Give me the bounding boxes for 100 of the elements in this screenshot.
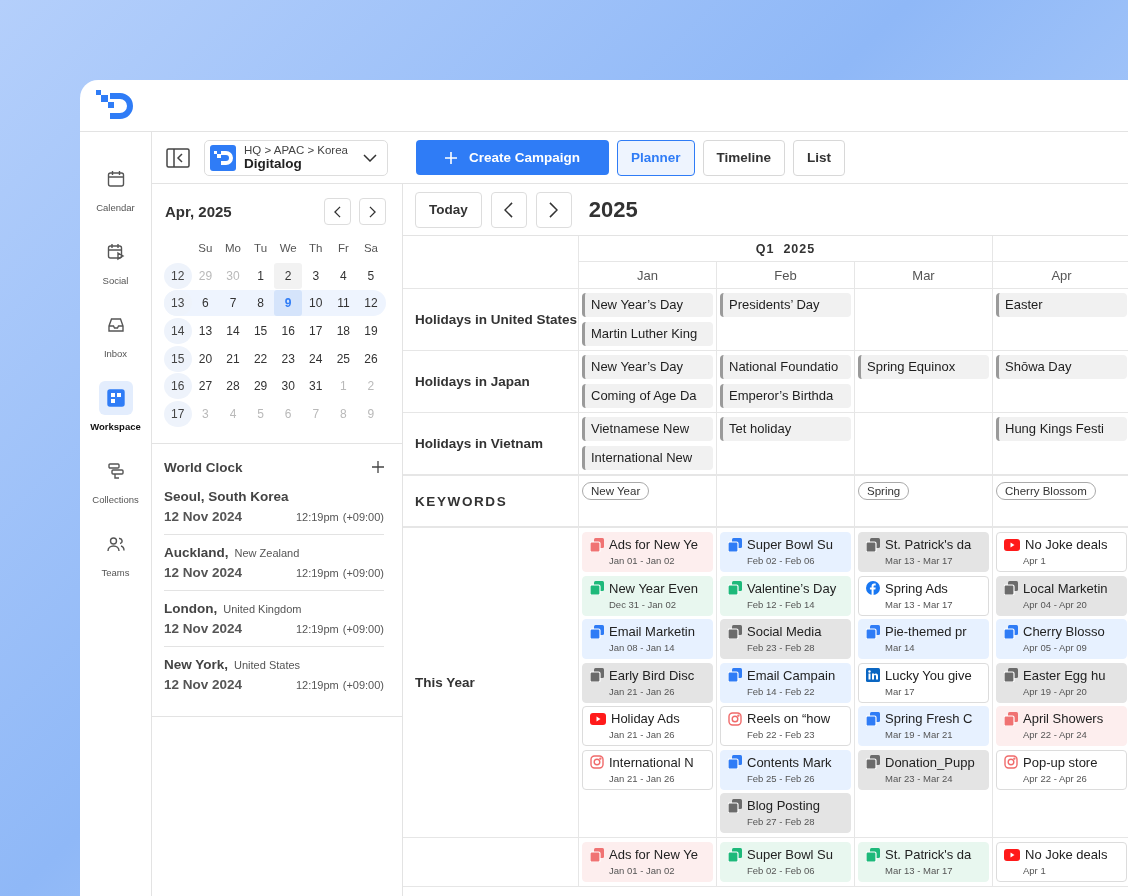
week-number[interactable]: 12 [164,262,192,289]
holiday-chip[interactable]: Martin Luther King [582,322,713,346]
view-tab[interactable]: List [793,139,846,176]
calendar-day[interactable]: 2 [274,262,302,289]
campaign-card[interactable]: Ads for New Ye Jan 01 - Jan 02 [582,532,713,572]
calendar-day[interactable]: 22 [246,345,275,372]
holiday-chip[interactable]: Spring Equinox [858,355,989,379]
calendar-day[interactable]: 23 [274,345,302,372]
calendar-day[interactable]: 26 [357,345,385,372]
campaign-card[interactable]: Spring Fresh C Mar 19 - Mar 21 [858,706,989,746]
campaign-card[interactable]: Pie-themed pr Mar 14 [858,619,989,659]
calendar-day[interactable]: 25 [329,345,358,372]
view-tab[interactable]: Timeline [702,139,786,176]
nav-item[interactable]: Workspace [82,381,149,432]
organization-selector[interactable]: HQ > APAC > Korea Digitalog [204,139,388,176]
calendar-day[interactable]: 14 [219,318,247,345]
calendar-day[interactable]: 17 [301,318,330,345]
view-tab[interactable]: Planner [617,139,695,176]
calendar-day[interactable]: 13 [191,318,220,345]
campaign-card[interactable]: No Joke deals Apr 1 [996,842,1127,882]
nav-item[interactable]: Collections [82,454,149,505]
calendar-day[interactable]: 30 [274,373,302,400]
campaign-card[interactable]: Ads for New Ye Jan 01 - Jan 02 [582,842,713,882]
calendar-day[interactable]: 28 [219,373,247,400]
holiday-chip[interactable]: Tet holiday [720,417,851,441]
holiday-chip[interactable]: International New [582,446,713,470]
week-number[interactable]: 16 [164,373,192,400]
create-campaign-button[interactable]: Create Campaign [416,140,609,175]
campaign-card[interactable]: Cherry Blosso Apr 05 - Apr 09 [996,619,1127,659]
holiday-chip[interactable]: Easter [996,293,1127,317]
calendar-day[interactable]: 5 [357,262,385,289]
campaign-card[interactable]: Lucky You give Mar 17 [858,662,989,703]
next-button[interactable] [535,191,572,228]
calendar-day[interactable]: 20 [191,345,220,372]
campaign-card[interactable]: Local Marketin Apr 04 - Apr 20 [996,575,1127,616]
calendar-day[interactable]: 21 [219,345,247,372]
calendar-day[interactable]: 10 [301,290,330,317]
calendar-day[interactable]: 11 [329,290,358,317]
campaign-card[interactable]: St. Patrick's da Mar 13 - Mar 17 [858,532,989,572]
calendar-day[interactable]: 3 [301,262,330,289]
calendar-day[interactable]: 15 [246,318,275,345]
holiday-chip[interactable]: New Year’s Day [582,355,713,379]
week-row[interactable]: 12 29 30 1 2 3 4 5 [164,262,386,289]
campaign-card[interactable]: International N Jan 21 - Jan 26 [582,749,713,790]
collapse-sidebar-icon[interactable] [166,147,190,168]
nav-item[interactable]: Social [82,235,149,286]
holiday-chip[interactable]: Coming of Age Da [582,384,713,408]
week-row[interactable]: 13 6 7 8 9 10 11 12 [164,290,386,317]
previous-month-button[interactable] [324,198,351,225]
week-row[interactable]: 14 13 14 15 16 17 18 19 [164,318,386,345]
campaign-card[interactable]: Valentine’s Day Feb 12 - Feb 14 [720,575,851,616]
campaign-card[interactable]: Donation_Pupp Mar 23 - Mar 24 [858,749,989,790]
calendar-day[interactable]: 29 [246,373,275,400]
nav-item[interactable]: Inbox [82,308,149,359]
campaign-card[interactable]: Pop-up store Apr 22 - Apr 26 [996,749,1127,790]
holiday-chip[interactable]: New Year’s Day [582,293,713,317]
calendar-day[interactable]: 12 [357,290,385,317]
calendar-day[interactable]: 24 [301,345,330,372]
calendar-day[interactable]: 27 [191,373,220,400]
week-number[interactable]: 15 [164,345,192,372]
campaign-card[interactable]: Social Media Feb 23 - Feb 28 [720,619,851,659]
calendar-day[interactable]: 31 [301,373,330,400]
next-month-button[interactable] [359,198,386,225]
holiday-chip[interactable]: Emperor’s Birthda [720,384,851,408]
today-button[interactable]: Today [415,191,482,228]
campaign-card[interactable]: Easter Egg hu Apr 19 - Apr 20 [996,662,1127,703]
campaign-card[interactable]: Email Marketin Jan 08 - Jan 14 [582,619,713,659]
calendar-day[interactable]: 6 [191,290,220,317]
campaign-card[interactable]: Email Campain Feb 14 - Feb 22 [720,662,851,703]
calendar-day[interactable]: 19 [357,318,385,345]
campaign-card[interactable]: Blog Posting Feb 27 - Feb 28 [720,793,851,833]
calendar-day[interactable]: 16 [274,318,302,345]
campaign-card[interactable]: New Year Even Dec 31 - Jan 02 [582,575,713,616]
holiday-chip[interactable]: Hung Kings Festi [996,417,1127,441]
campaign-card[interactable]: Holiday Ads Jan 21 - Jan 26 [582,706,713,746]
previous-button[interactable] [490,191,527,228]
campaign-card[interactable]: Early Bird Disc Jan 21 - Jan 26 [582,662,713,703]
week-number[interactable]: 14 [164,318,192,345]
holiday-chip[interactable]: Presidents’ Day [720,293,851,317]
campaign-card[interactable]: April Showers Apr 22 - Apr 24 [996,706,1127,746]
nav-item[interactable]: Calendar [82,162,149,213]
campaign-card[interactable]: Super Bowl Su Feb 02 - Feb 06 [720,532,851,572]
calendar-day[interactable]: 4 [329,262,358,289]
calendar-day[interactable]: 8 [246,290,275,317]
campaign-card[interactable]: St. Patrick's da Mar 13 - Mar 17 [858,842,989,882]
holiday-chip[interactable]: Shōwa Day [996,355,1127,379]
holiday-chip[interactable]: Vietnamese New [582,417,713,441]
week-row[interactable]: 15 20 21 22 23 24 25 26 [164,345,386,372]
holiday-chip[interactable]: National Foundatio [720,355,851,379]
calendar-day[interactable]: 18 [329,318,358,345]
campaign-card[interactable]: Reels on “how Feb 22 - Feb 23 [720,706,851,746]
week-row[interactable]: 17 3 4 5 6 7 8 9 [164,401,386,428]
logo-icon[interactable] [96,89,136,122]
campaign-card[interactable]: Spring Ads Mar 13 - Mar 17 [858,575,989,616]
nav-item[interactable]: Teams [82,527,149,578]
add-icon[interactable] [372,461,384,474]
week-number[interactable]: 17 [164,401,192,428]
calendar-day[interactable]: 1 [246,262,275,289]
campaign-card[interactable]: Super Bowl Su Feb 02 - Feb 06 [720,842,851,882]
calendar-day[interactable]: 7 [219,290,247,317]
